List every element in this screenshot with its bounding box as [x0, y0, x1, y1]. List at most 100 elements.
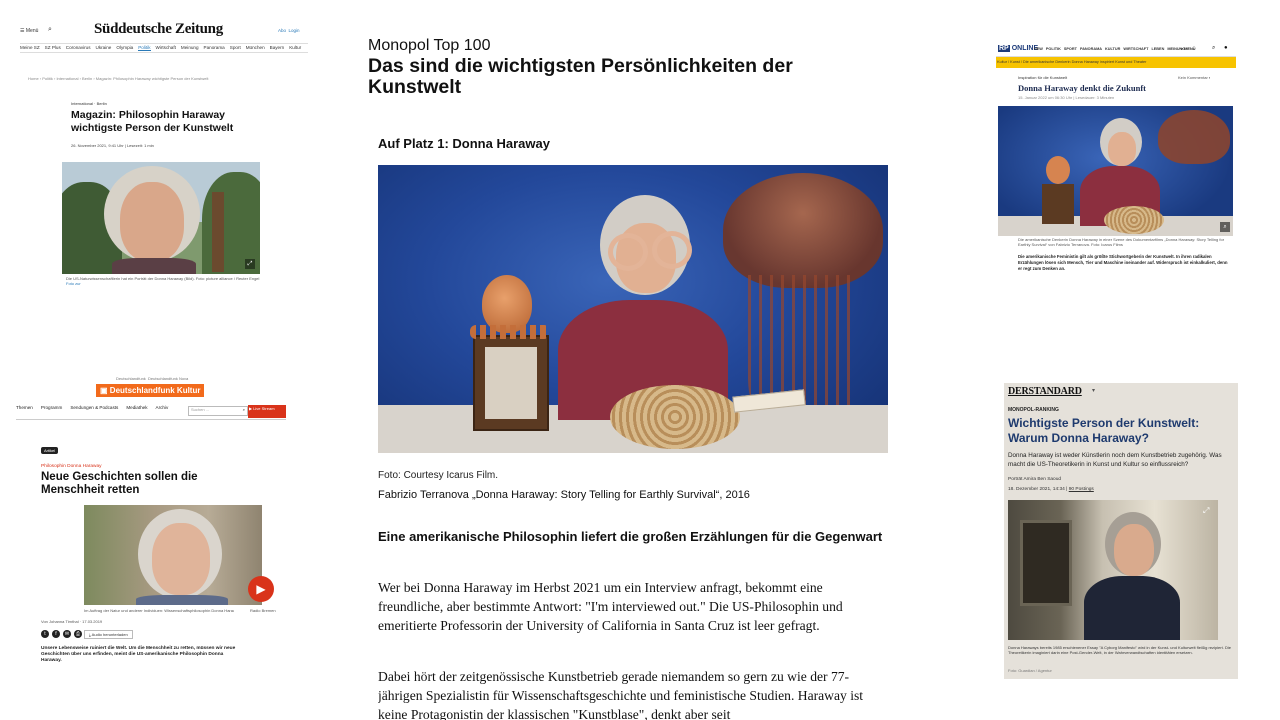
search-icon[interactable]: ⌕ — [1212, 45, 1215, 52]
dlf-toplink[interactable]: Deutschlandfunk Nova — [148, 376, 188, 381]
sz-nav-item[interactable]: Kultur — [289, 45, 301, 51]
sz-nav-item[interactable]: Sport — [230, 45, 241, 51]
sz-logo[interactable]: Süddeutsche Zeitung — [94, 21, 223, 38]
sz-meta: 26. November 2021, 9:41 Uhr | Lesezeit: … — [71, 143, 154, 148]
search-icon: ⌕ — [242, 407, 245, 412]
sz-nav-item[interactable]: SZ Plus — [45, 45, 61, 51]
dlf-share: t f ✉ ⎙ — [41, 630, 82, 638]
std-headline: Wichtigste Person der Kunstwelt: Warum D… — [1008, 416, 1200, 445]
rp-caption: Die amerikanische Denkerin Donna Haraway… — [1018, 237, 1225, 247]
dlf-image-credit: Radio Bremen — [250, 608, 276, 613]
dlf-logo[interactable]: ▣ Deutschlandfunk Kultur — [96, 384, 205, 397]
face — [1114, 524, 1154, 576]
dlf-nav-item[interactable]: Mediathek — [126, 405, 147, 410]
facebook-icon[interactable]: f — [52, 630, 60, 638]
dlf-photo[interactable] — [84, 505, 262, 605]
comment-icon: ▪ — [1208, 75, 1211, 80]
std-postings-link[interactable]: 90 Postings — [1069, 487, 1094, 492]
zoom-icon[interactable]: ⌕ — [1220, 222, 1230, 232]
shirt — [1084, 576, 1180, 640]
sz-nav-item[interactable]: Coronavirus — [66, 45, 91, 51]
chevron-down-icon[interactable]: ▾ — [1092, 387, 1095, 394]
rp-breadcrumb-item[interactable]: Kultur — [997, 60, 1007, 64]
face — [120, 182, 184, 262]
rp-breadcrumb-item[interactable]: Kunst — [1010, 60, 1020, 64]
std-byline: Porträt Amira Ben Saoud — [1008, 477, 1062, 482]
dlf-search-input[interactable]: Suchen ... ⌕ — [188, 406, 248, 416]
sz-account[interactable]: Abo Login — [278, 28, 300, 33]
rp-comments[interactable]: Kein Kommentar ▪ — [1178, 75, 1210, 80]
rp-breadcrumb-item[interactable]: Die amerikanische Denkerin Donna Haraway… — [1023, 60, 1146, 64]
rp-screenshot: RP ONLINE NEW POLITIK SPORT PANORAMA KUL… — [996, 44, 1236, 276]
sz-nav-item[interactable]: Olympia — [116, 45, 133, 51]
photo-caption: Fabrizio Terranova „Donna Haraway: Story… — [378, 489, 750, 501]
sz-nav-item[interactable]: Panorama — [204, 45, 225, 51]
user-icon[interactable]: ● — [1224, 45, 1228, 51]
sz-menu-button[interactable]: ☰ Menü — [20, 28, 38, 34]
face — [1108, 132, 1136, 166]
octopus-toy — [1046, 156, 1070, 184]
menu-icon: ☰ — [20, 28, 25, 34]
rp-menu[interactable]: ≡ MENÜ — [1181, 47, 1195, 51]
rp-meta: 15. Januar 2022 um 06:30 Uhr | Lesedauer… — [1018, 95, 1115, 100]
twitter-icon[interactable]: t — [41, 630, 49, 638]
rp-teaser: Die amerikanische Feministin gilt als gr… — [1018, 254, 1228, 271]
dlf-image-caption: Im Auftrag der Natur und anderer Individ… — [84, 608, 234, 613]
dlf-screenshot: Deutschlandfunk Deutschlandfunk Nova ▣ D… — [16, 372, 286, 672]
sz-nav-item[interactable]: Meine SZ — [20, 45, 40, 51]
rp-nav-item[interactable]: POLITIK — [1046, 47, 1061, 51]
divider — [20, 43, 308, 44]
face — [152, 523, 210, 595]
sz-photo[interactable]: ⤢ — [62, 162, 260, 274]
rp-nav-item[interactable]: KULTUR — [1105, 47, 1120, 51]
sz-nav: Meine SZ SZ Plus Coronavirus Ukraine Oly… — [20, 45, 308, 51]
sz-nav-item[interactable]: Ukraine — [96, 45, 112, 51]
rp-nav-item[interactable]: LEBEN — [1151, 47, 1164, 51]
std-logo[interactable]: DERSTANDARD — [1008, 386, 1082, 397]
expand-icon[interactable]: ⤢ — [1203, 506, 1209, 516]
dlf-toplinks: Deutschlandfunk Deutschlandfunk Nova — [116, 376, 188, 381]
zoom-icon[interactable]: ⤢ — [245, 259, 255, 269]
dlf-live-button[interactable]: ▶ Live Stream — [248, 405, 286, 418]
dlf-audio-button[interactable]: ⤓ Audio herunterladen — [84, 630, 133, 639]
play-icon[interactable]: ▶ — [248, 576, 274, 602]
sz-nav-item[interactable]: Meinung — [181, 45, 199, 51]
search-icon[interactable]: ⌕ — [48, 26, 52, 34]
sz-nav-item-active[interactable]: Politik — [138, 45, 151, 51]
rp-nav-item[interactable]: WIRTSCHAFT — [1123, 47, 1148, 51]
sz-nav-item[interactable]: München — [246, 45, 265, 51]
dlf-nav-item[interactable]: Themen — [16, 405, 33, 410]
dlf-nav-item[interactable]: Sendungen & Podcasts — [70, 405, 118, 410]
rp-headline: Donna Haraway denkt die Zukunft — [1018, 83, 1147, 93]
mail-icon[interactable]: ✉ — [63, 630, 71, 638]
sz-breadcrumb: Home › Politik › International › Berlin … — [28, 76, 209, 81]
rp-nav: NEW POLITIK SPORT PANORAMA KULTUR WIRTSC… — [1034, 47, 1185, 51]
sz-screenshot: ☰ Menü ⌕ Süddeutsche Zeitung Abo Login M… — [16, 16, 308, 296]
woven-basket — [610, 385, 740, 449]
download-icon: ⤓ — [89, 632, 91, 637]
dlf-nav-item[interactable]: Programm — [41, 405, 62, 410]
picture-frame — [1042, 184, 1074, 224]
rank-heading: Auf Platz 1: Donna Haraway — [378, 136, 550, 151]
rp-photo[interactable]: ⌕ — [998, 106, 1233, 236]
page-title: Das sind die wichtigsten Persönlichkeite… — [368, 55, 793, 98]
print-icon[interactable]: ⎙ — [74, 630, 82, 638]
hand-goggle — [652, 231, 692, 269]
octopus-tentacles — [470, 325, 550, 339]
dlf-teaser: Unsere Lebensweise ruiniert die Welt. Um… — [41, 646, 236, 663]
sz-nav-item[interactable]: Bayern — [270, 45, 285, 51]
dlf-toplink[interactable]: Deutschlandfunk — [116, 376, 146, 381]
dlf-nav-item[interactable]: Archiv — [156, 405, 169, 410]
std-meta: 18. Dezember 2021, 14:34 | 90 Postings — [1008, 487, 1094, 492]
dlf-kicker: Philosophin Donna Haraway — [41, 464, 102, 469]
rp-header: RP ONLINE NEW POLITIK SPORT PANORAMA KUL… — [996, 44, 1236, 57]
std-photo[interactable]: ⤢ — [1008, 500, 1218, 640]
rp-nav-item[interactable]: SPORT — [1064, 47, 1077, 51]
sz-nav-item[interactable]: Wirtschaft — [156, 45, 176, 51]
rp-nav-item[interactable]: PANORAMA — [1080, 47, 1102, 51]
tree-trunk — [212, 192, 224, 272]
rp-nav-item[interactable]: NEW — [1034, 47, 1043, 51]
rp-logo[interactable]: RP ONLINE — [998, 45, 1038, 52]
window — [1020, 520, 1072, 606]
hero-photo[interactable] — [378, 165, 888, 453]
